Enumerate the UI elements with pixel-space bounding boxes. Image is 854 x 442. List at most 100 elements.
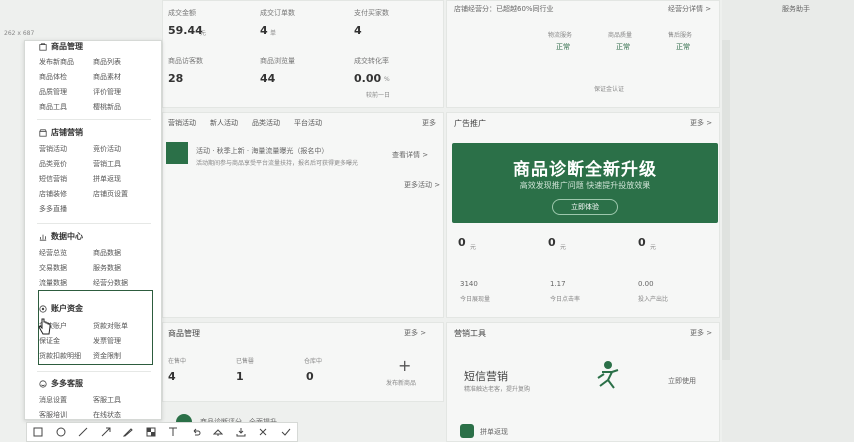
menu-item[interactable]: 商品工具 (39, 102, 67, 112)
store-extra: 保证金认证 (594, 86, 625, 93)
add-goods-icon[interactable]: + (398, 356, 411, 375)
hand-cursor-icon (38, 318, 51, 335)
menu-item[interactable]: 保证金 (39, 336, 60, 346)
arrow-tool-icon[interactable] (100, 426, 112, 438)
menu-item[interactable]: 商品素材 (93, 72, 121, 82)
screenshot-toolbar (26, 422, 298, 442)
menu-item[interactable]: 流量数据 (39, 278, 67, 288)
ad-stat2-label: 今日点击率 (550, 296, 581, 303)
menu-item[interactable]: 资金限制 (93, 351, 121, 361)
undo-icon[interactable] (190, 426, 202, 438)
pen-tool-icon[interactable] (122, 426, 134, 438)
line-tool-icon[interactable] (77, 426, 89, 438)
ad-stat-unit: 元 (650, 244, 657, 251)
menu-item[interactable]: 樱桃新品 (93, 102, 121, 112)
promo-banner[interactable]: 商品诊断全新升级 高效发现推广问题 快速提升投放效果 立即体验 (452, 143, 718, 223)
menu-item[interactable]: 品类竞价 (39, 159, 67, 169)
banner-title: 商品诊断全新升级 (513, 160, 657, 180)
menu-section-title: 商品管理 (51, 42, 83, 51)
menu-item[interactable]: 客服工具 (93, 395, 121, 405)
metric-unit: % (384, 76, 390, 83)
menu-item[interactable]: 在线状态 (93, 410, 121, 419)
marketing-tools-title: 营销工具 (454, 329, 486, 338)
menu-item[interactable]: 店铺页设置 (93, 189, 128, 199)
menu-item[interactable]: 短信营销 (39, 174, 67, 184)
score-value: 正常 (676, 43, 690, 51)
store-score-link[interactable]: 经营分详情 > (668, 4, 711, 14)
menu-item[interactable]: 营销活动 (39, 144, 67, 154)
rectangle-tool-icon[interactable] (32, 426, 44, 438)
menu-item[interactable]: 评价管理 (93, 87, 121, 97)
metric-label: 支付买家数 (354, 9, 389, 17)
tab-category[interactable]: 品类活动 (252, 118, 280, 128)
scrollbar[interactable] (722, 40, 730, 360)
goods-item-label: 在售中 (168, 358, 187, 365)
tab-newcomer[interactable]: 新人活动 (210, 118, 238, 128)
metrics-card (162, 0, 444, 108)
ad-stat2-value: 0.00 (638, 280, 654, 288)
menu-item[interactable]: 服务数据 (93, 263, 121, 273)
ad-stat2-value: 3140 (460, 280, 478, 288)
metric-label: 商品访客数 (168, 57, 203, 65)
menu-item[interactable]: 商品列表 (93, 57, 121, 67)
metric-label: 成交转化率 (354, 57, 389, 65)
runner-icon (597, 361, 619, 389)
ad-stat2-value: 1.17 (550, 280, 566, 288)
promo-link[interactable]: 查看详情 > (392, 150, 428, 160)
menu-item[interactable]: 消息设置 (39, 395, 67, 405)
tab-platform[interactable]: 平台活动 (294, 118, 322, 128)
ad-title: 广告推广 (454, 119, 486, 128)
menu-item[interactable]: 交易数据 (39, 263, 67, 273)
menu-item[interactable]: 营销工具 (93, 159, 121, 169)
metric-label: 成交订单数 (260, 9, 295, 17)
score-label: 商品质量 (608, 32, 633, 39)
store-status-card (446, 0, 720, 108)
menu-item[interactable]: 经营总览 (39, 248, 67, 258)
menu-item[interactable]: 拼单返现 (93, 174, 121, 184)
metric-value: 4 (354, 24, 362, 37)
score-value: 正常 (616, 43, 630, 51)
menu-item[interactable]: 品质管理 (39, 87, 67, 97)
text-tool-icon[interactable] (167, 426, 179, 438)
goods-more-link[interactable]: 更多 > (404, 328, 426, 338)
promo-image (166, 142, 188, 164)
download-icon[interactable] (235, 426, 247, 438)
add-goods-label[interactable]: 发布新商品 (386, 378, 416, 387)
mosaic-tool-icon[interactable] (145, 426, 157, 438)
pin-icon[interactable] (212, 426, 224, 438)
marketing-tools-more-link[interactable]: 更多 > (690, 328, 712, 338)
menu-item[interactable]: 竞价活动 (93, 144, 121, 154)
menu-item[interactable]: 发布新商品 (39, 57, 74, 67)
menu-item[interactable]: 货款扣款明细 (39, 351, 81, 361)
menu-item[interactable]: 商品体检 (39, 72, 67, 82)
menu-item[interactable]: 多多直播 (39, 204, 67, 214)
sms-button[interactable]: 立即使用 (668, 376, 696, 386)
score-label: 售后服务 (668, 32, 693, 39)
menu-item[interactable]: 发票管理 (93, 336, 121, 346)
menu-item[interactable]: 货款对账单 (93, 321, 128, 331)
menu-section-title: 数据中心 (51, 232, 83, 241)
menu-item[interactable]: 客服培训 (39, 410, 67, 419)
ad-stat-unit: 元 (470, 244, 477, 251)
tabs-more-link[interactable]: 更多 (422, 118, 436, 128)
metric-label: 成交金额 (168, 9, 196, 17)
menu-item[interactable]: 经营分数据 (93, 278, 128, 288)
ad-stat-value: 0 (458, 236, 466, 249)
close-icon[interactable] (257, 426, 269, 438)
menu-item[interactable]: 商品数据 (93, 248, 121, 258)
cashback-icon (460, 424, 474, 438)
confirm-icon[interactable] (280, 426, 292, 438)
promo-more-link[interactable]: 更多活动 > (404, 180, 440, 190)
menu-item[interactable]: 店铺装修 (39, 189, 67, 199)
goods-item-value: 0 (306, 370, 314, 383)
score-label: 物流服务 (548, 32, 573, 39)
ad-stat-value: 0 (548, 236, 556, 249)
sms-desc: 精准触达老客，提升复购 (464, 386, 531, 393)
activity-card (162, 112, 444, 318)
ad-stat-unit: 元 (560, 244, 567, 251)
ad-more-link[interactable]: 更多 > (690, 118, 712, 128)
ellipse-tool-icon[interactable] (55, 426, 67, 438)
tab-marketing[interactable]: 营销活动 (168, 118, 196, 128)
score-value: 正常 (556, 43, 570, 51)
banner-button[interactable]: 立即体验 (552, 199, 618, 215)
